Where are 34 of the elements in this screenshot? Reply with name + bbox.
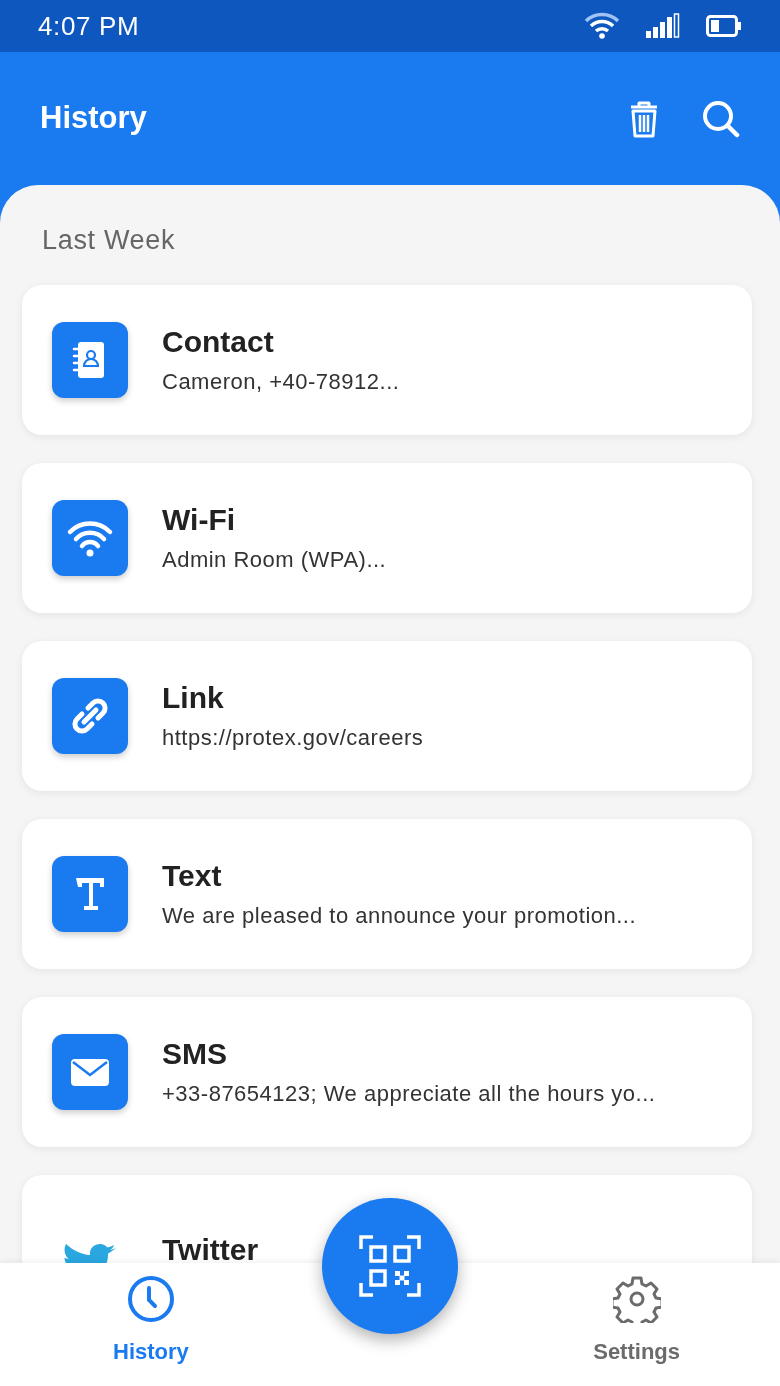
item-title: Link [162,680,225,716]
letter-t-icon [52,856,128,932]
nav-tab[interactable]: History [113,1275,189,1368]
status-time: 4:07 PM [38,9,140,43]
section-label: Last Week [41,224,177,257]
envelope-icon [52,1034,128,1110]
item-title: Twitter [162,1232,259,1263]
item-title: Text [162,858,223,894]
link-icon [52,678,128,754]
item-title: Contact [162,324,275,360]
history-card[interactable]: Contact Cameron, +40-78912... [22,285,752,435]
item-subtitle: +33-87654123; We appreciate all the hours yo... [162,1080,656,1108]
cell-signal-icon [646,13,680,39]
history-card[interactable]: Link https://protex.gov/careers [22,641,752,791]
clock-icon [126,1275,175,1323]
wifi-signal-icon [584,12,620,40]
history-card[interactable]: SMS +33-87654123; We appreciate all the hours yo... [22,997,752,1147]
item-subtitle: https://protex.gov/careers [162,724,424,752]
wifi-icon [52,500,128,576]
item-subtitle: We are pleased to announce your promotion... [162,902,637,930]
contact-book-icon [52,322,128,398]
qr-code-icon [359,1235,421,1297]
item-title: Wi-Fi [162,502,237,538]
item-subtitle: Admin Room (WPA)... [162,546,387,574]
settings-icon [612,1275,661,1323]
battery-icon [706,15,742,37]
search-icon[interactable] [702,99,740,138]
page-title: History [40,99,147,138]
history-card[interactable]: Twitter [22,1175,752,1263]
history-card[interactable]: Wi-Fi Admin Room (WPA)... [22,463,752,613]
item-title: SMS [162,1036,228,1072]
item-subtitle: Cameron, +40-78912... [162,368,400,396]
nav-tab[interactable]: Settings [593,1275,680,1368]
history-card[interactable]: Text We are pleased to announce your promotion... [22,819,752,969]
